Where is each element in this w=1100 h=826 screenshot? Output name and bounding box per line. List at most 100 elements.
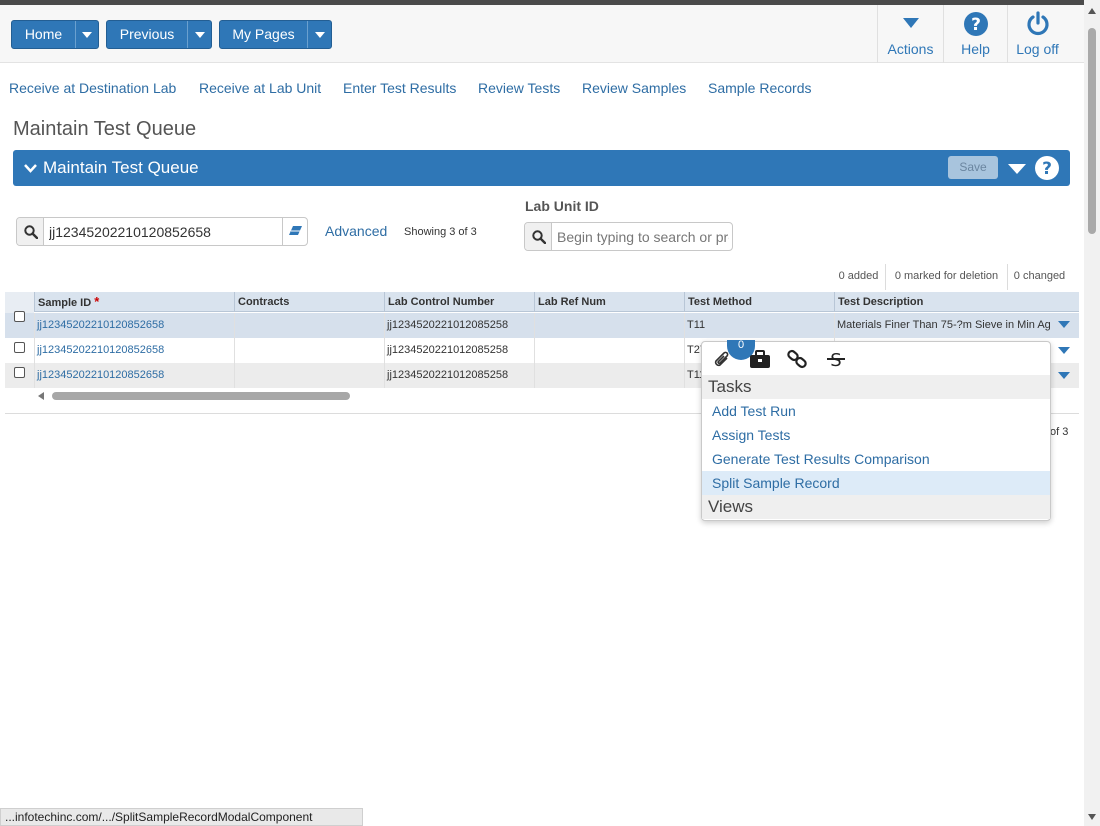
- sample-id-link[interactable]: jj12345202210120852658: [34, 338, 234, 363]
- lab-unit-search-button[interactable]: [525, 223, 552, 250]
- attachments-button[interactable]: 0: [710, 340, 755, 370]
- panel-help-icon[interactable]: ?: [1034, 155, 1060, 181]
- vertical-scroll-thumb[interactable]: [1088, 28, 1096, 234]
- column-header-lab-ref-num[interactable]: Lab Ref Num: [534, 292, 684, 312]
- previous-dropdown-toggle[interactable]: [187, 21, 211, 48]
- added-counter: 0 added: [838, 270, 879, 282]
- previous-button[interactable]: Previous: [106, 20, 212, 49]
- table-row[interactable]: jj12345202210120852658 jj123452022101208…: [5, 311, 1079, 338]
- sample-id-link[interactable]: jj12345202210120852658: [34, 363, 234, 388]
- home-button[interactable]: Home: [11, 20, 99, 49]
- app-header: Home Previous My Pages Actions ? Help Lo…: [0, 5, 1084, 63]
- scroll-down-arrow-icon[interactable]: [1088, 814, 1096, 820]
- contracts-cell[interactable]: [234, 338, 384, 363]
- lab-ref-num-cell[interactable]: [534, 363, 684, 388]
- menu-item-split-sample-record[interactable]: Split Sample Record: [702, 471, 1050, 495]
- link-review-samples[interactable]: Review Samples: [582, 80, 686, 96]
- save-button[interactable]: Save: [948, 156, 998, 179]
- clear-search-button[interactable]: [282, 218, 307, 245]
- log-off-label: Log off: [1016, 41, 1059, 57]
- required-marker: *: [94, 294, 100, 309]
- chevron-down-icon: [315, 32, 325, 38]
- deleted-counter: 0 marked for deletion: [885, 264, 1007, 290]
- home-button-label: Home: [24, 26, 63, 42]
- grid-header: Sample ID * Contracts Lab Control Number…: [5, 292, 1079, 322]
- help-circle-icon: ?: [964, 12, 988, 36]
- row-actions-caret-icon[interactable]: [1058, 321, 1070, 328]
- row-checkbox[interactable]: [14, 342, 25, 353]
- my-pages-dropdown-toggle[interactable]: [307, 21, 331, 48]
- test-method-cell[interactable]: T11: [684, 313, 834, 338]
- my-pages-button[interactable]: My Pages: [219, 20, 332, 49]
- lab-unit-search-box: [524, 222, 733, 251]
- link-enter-test-results[interactable]: Enter Test Results: [343, 80, 456, 96]
- status-bar-url: ...infotechinc.com/.../SplitSampleRecord…: [0, 808, 363, 826]
- advanced-search-link[interactable]: Advanced: [325, 223, 387, 239]
- showing-count: Showing 3 of 3: [404, 226, 477, 238]
- link-receive-at-lab-unit[interactable]: Receive at Lab Unit: [199, 80, 321, 96]
- search-input[interactable]: [45, 218, 281, 245]
- strikethrough-icon: S: [827, 350, 845, 371]
- home-dropdown-toggle[interactable]: [75, 21, 98, 48]
- search-icon: [24, 225, 38, 239]
- link-review-tests[interactable]: Review Tests: [478, 80, 560, 96]
- scroll-up-arrow-icon[interactable]: [1088, 8, 1096, 14]
- lab-unit-id-label: Lab Unit ID: [525, 198, 599, 214]
- panel-header: Maintain Test Queue Save ?: [13, 150, 1070, 186]
- chevron-down-icon[interactable]: [24, 163, 37, 173]
- log-off-menu[interactable]: Log off: [1007, 5, 1067, 63]
- contracts-cell[interactable]: [234, 363, 384, 388]
- column-label-sample-id: Sample ID: [38, 297, 92, 309]
- actions-menu[interactable]: Actions: [877, 5, 943, 63]
- lab-unit-id-input[interactable]: [553, 223, 731, 250]
- lab-ref-num-cell[interactable]: [534, 338, 684, 363]
- link-sample-records[interactable]: Sample Records: [708, 80, 812, 96]
- menu-item-generate-test-results-comparison[interactable]: Generate Test Results Comparison: [702, 447, 1050, 471]
- scroll-left-arrow-icon[interactable]: [38, 392, 44, 400]
- lab-ref-num-cell[interactable]: [534, 313, 684, 338]
- row-actions-caret-icon[interactable]: [1058, 372, 1070, 379]
- panel-options-caret-icon[interactable]: [1007, 163, 1027, 175]
- contracts-cell[interactable]: [234, 313, 384, 338]
- previous-button-label: Previous: [119, 26, 175, 42]
- test-description-cell[interactable]: Materials Finer Than 75-?m Sieve in Min …: [834, 313, 1050, 338]
- my-pages-button-label: My Pages: [232, 26, 295, 42]
- search-icon: [532, 230, 546, 244]
- tasks-section-header: Tasks: [702, 375, 1050, 399]
- menu-item-assign-tests[interactable]: Assign Tests: [702, 423, 1050, 447]
- help-label: Help: [961, 41, 990, 57]
- column-header-contracts[interactable]: Contracts: [234, 292, 384, 312]
- briefcase-icon: [750, 350, 770, 368]
- column-header-test-method[interactable]: Test Method: [684, 292, 834, 312]
- horizontal-scroll-thumb[interactable]: [52, 392, 350, 400]
- row-checkbox[interactable]: [14, 311, 25, 322]
- eraser-icon: [289, 226, 302, 235]
- views-section-header[interactable]: Views: [702, 495, 1050, 519]
- column-header-lab-control-number[interactable]: Lab Control Number: [384, 292, 534, 312]
- column-header-sample-id[interactable]: Sample ID *: [34, 292, 234, 312]
- row-checkbox[interactable]: [14, 367, 25, 378]
- strikethrough-button[interactable]: S: [824, 348, 848, 371]
- svg-text:?: ?: [1042, 159, 1052, 179]
- row-actions-caret-icon[interactable]: [1058, 347, 1070, 354]
- caret-down-icon: [903, 18, 919, 28]
- pager-text: of 3: [1050, 426, 1069, 438]
- chevron-down-icon: [82, 32, 92, 38]
- sample-id-link[interactable]: jj12345202210120852658: [34, 313, 234, 338]
- panel-title: Maintain Test Queue: [43, 158, 199, 177]
- lab-control-number-cell[interactable]: jj1234520221012085258: [384, 363, 534, 388]
- lab-control-number-cell[interactable]: jj1234520221012085258: [384, 338, 534, 363]
- briefcase-button[interactable]: [748, 348, 772, 370]
- menu-item-add-test-run[interactable]: Add Test Run: [702, 399, 1050, 423]
- svg-text:?: ?: [971, 15, 981, 35]
- link-button[interactable]: [785, 348, 809, 370]
- actions-label: Actions: [887, 41, 934, 57]
- sample-search-box: [16, 217, 308, 246]
- lab-control-number-cell[interactable]: jj1234520221012085258: [384, 313, 534, 338]
- help-menu[interactable]: ? Help: [943, 5, 1007, 63]
- power-icon: [1027, 11, 1049, 36]
- vertical-scrollbar[interactable]: [1084, 0, 1100, 826]
- search-button[interactable]: [17, 218, 44, 245]
- column-header-test-description[interactable]: Test Description: [834, 292, 1054, 312]
- link-receive-at-destination-lab[interactable]: Receive at Destination Lab: [9, 80, 176, 96]
